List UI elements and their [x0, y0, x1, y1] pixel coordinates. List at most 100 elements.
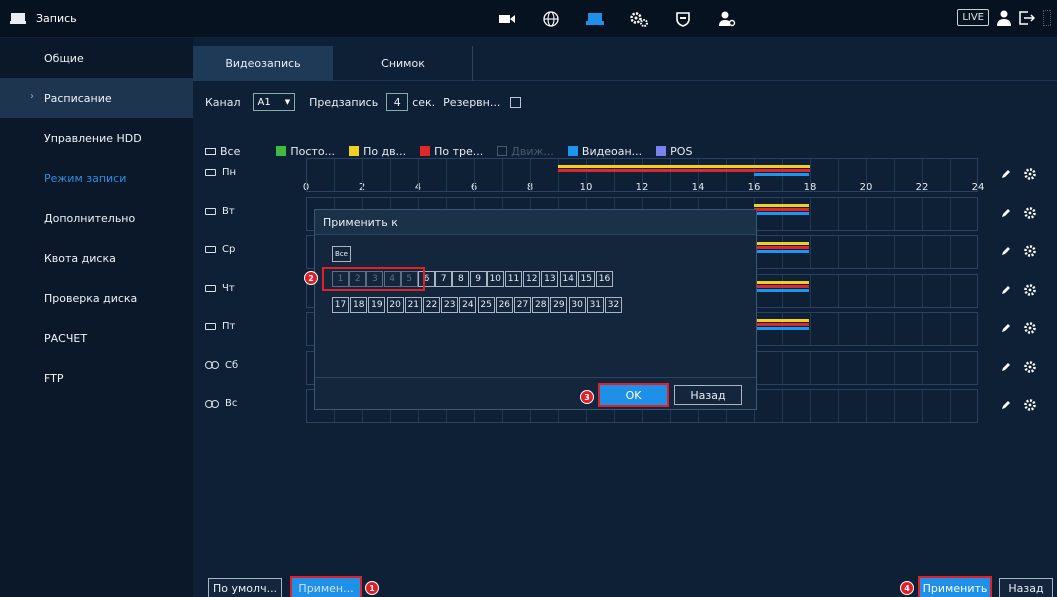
channel-select[interactable]: A1 ▼ [252, 93, 296, 111]
sidebar-item-advanced[interactable]: Дополнительно [0, 198, 193, 238]
day-checkbox[interactable] [205, 207, 216, 215]
day-checkbox[interactable] [205, 323, 216, 330]
pencil-icon[interactable] [1000, 361, 1014, 375]
pencil-icon[interactable] [1000, 284, 1014, 298]
storage-icon[interactable] [578, 9, 612, 29]
channel-button[interactable]: 29 [550, 297, 568, 313]
channel-button[interactable]: 28 [532, 297, 550, 313]
continuous-swatch [276, 146, 287, 156]
link-icon[interactable] [205, 399, 219, 408]
channel-button[interactable]: 7 [435, 271, 453, 287]
channel-button[interactable]: 30 [568, 297, 586, 313]
channel-button[interactable]: 9 [469, 271, 487, 287]
live-button[interactable]: LIVE [957, 9, 989, 26]
sidebar-item-hdd-manager[interactable]: Управление HDD [0, 118, 193, 158]
pencil-icon[interactable] [1000, 399, 1014, 413]
legend-pos[interactable]: POS [656, 145, 692, 158]
day-label: Сб [225, 359, 239, 371]
sidebar-item-calculation[interactable]: РАСЧЕТ [0, 318, 193, 358]
top-right-group: LIVE [957, 9, 1051, 26]
channel-button[interactable]: 8 [452, 271, 470, 287]
channel-button[interactable]: 16 [596, 271, 613, 287]
pencil-icon[interactable] [1000, 245, 1014, 259]
channel-button[interactable]: 23 [441, 297, 459, 313]
sidebar-item-label: FTP [44, 371, 64, 385]
sidebar-item-ftp[interactable]: FTP [0, 358, 193, 398]
legend-video-analytics[interactable]: Видеоан... [567, 145, 642, 158]
logout-icon[interactable] [1019, 10, 1035, 25]
copy-button[interactable]: Примен... [290, 576, 362, 597]
channel-button[interactable]: 10 [486, 271, 504, 287]
channel-button[interactable]: 31 [586, 297, 604, 313]
legend-alarm[interactable]: По тре... [420, 145, 483, 158]
channel-button[interactable]: 18 [350, 297, 368, 313]
all-days-checkbox[interactable] [205, 147, 216, 155]
pencil-icon[interactable] [1000, 168, 1014, 182]
gear-icon[interactable] [1023, 321, 1037, 335]
alarm-swatch [420, 146, 431, 156]
back-button[interactable]: Назад [999, 578, 1053, 597]
record-period-bar [753, 242, 810, 245]
analytics-swatch [567, 146, 578, 156]
day-checkbox[interactable] [205, 169, 216, 176]
channel-button[interactable]: 19 [368, 297, 386, 313]
qr-icon[interactable] [1043, 9, 1051, 26]
prerecord-value: 4 [393, 95, 401, 109]
channel-button[interactable]: 27 [514, 297, 531, 313]
account-icon[interactable] [710, 9, 744, 29]
pencil-icon[interactable] [1000, 207, 1014, 221]
prerecord-input[interactable]: 4 [386, 93, 409, 111]
prerecord-unit: сек. [412, 95, 436, 109]
channel-button[interactable]: 24 [459, 297, 477, 313]
backup-checkbox[interactable] [510, 96, 522, 108]
legend-label: Посто... [290, 144, 336, 158]
settings-icon[interactable] [622, 9, 656, 29]
legend-motion[interactable]: По дв... [349, 145, 406, 158]
camera-icon[interactable] [490, 9, 524, 29]
sidebar-item-disk-check[interactable]: Проверка диска [0, 278, 193, 318]
sidebar-item-record-mode[interactable]: Режим записи [0, 158, 193, 198]
channel-button[interactable]: 15 [577, 271, 595, 287]
channel-button[interactable]: 13 [541, 271, 559, 287]
gear-icon[interactable] [1023, 244, 1037, 258]
gear-icon[interactable] [1023, 283, 1037, 297]
day-checkbox[interactable] [205, 284, 216, 292]
pencil-icon[interactable] [1000, 322, 1014, 336]
gear-icon[interactable] [1023, 360, 1037, 374]
sidebar-item-disk-quota[interactable]: Квота диска [0, 238, 193, 278]
globe-icon[interactable] [534, 9, 568, 29]
tab-video-record[interactable]: Видеозапись [193, 46, 333, 81]
channel-button[interactable]: 21 [404, 297, 422, 313]
sidebar-item-general[interactable]: Общие [0, 38, 193, 78]
legend-continuous[interactable]: Посто... [276, 145, 335, 158]
gear-icon[interactable] [1023, 167, 1037, 181]
channel-button[interactable]: 20 [386, 297, 404, 313]
channel-value: A1 [257, 96, 271, 108]
sidebar-item-schedule[interactable]: › Расписание [0, 78, 193, 118]
sidebar-item-label: Расписание [44, 91, 112, 105]
gear-icon[interactable] [1023, 206, 1037, 220]
day-checkbox[interactable] [205, 246, 216, 253]
select-all-channels-button[interactable]: Все [332, 246, 351, 262]
channel-button[interactable]: 14 [559, 271, 577, 287]
channel-button[interactable]: 11 [505, 271, 522, 287]
channel-button[interactable]: 25 [477, 297, 495, 313]
user-icon[interactable] [997, 10, 1011, 26]
apply-button[interactable]: Применить [918, 576, 992, 597]
ok-button[interactable]: OK [598, 383, 669, 407]
dialog-back-button[interactable]: Назад [674, 385, 742, 405]
record-period-bar [753, 327, 810, 330]
default-button[interactable]: По умолч... [208, 578, 283, 597]
channel-button[interactable]: 12 [523, 271, 541, 287]
channel-button[interactable]: 26 [495, 297, 513, 313]
dialog-title: Применить к [323, 215, 398, 229]
tab-snapshot[interactable]: Снимок [333, 46, 473, 81]
gear-icon[interactable] [1023, 398, 1037, 412]
shield-icon[interactable] [666, 9, 700, 29]
legend-all[interactable]: Все [205, 145, 240, 158]
day-timeline[interactable] [306, 158, 978, 192]
channel-button[interactable]: 32 [605, 297, 622, 313]
channel-button[interactable]: 22 [423, 297, 440, 313]
link-icon[interactable] [205, 361, 219, 369]
channel-button[interactable]: 17 [332, 297, 349, 313]
